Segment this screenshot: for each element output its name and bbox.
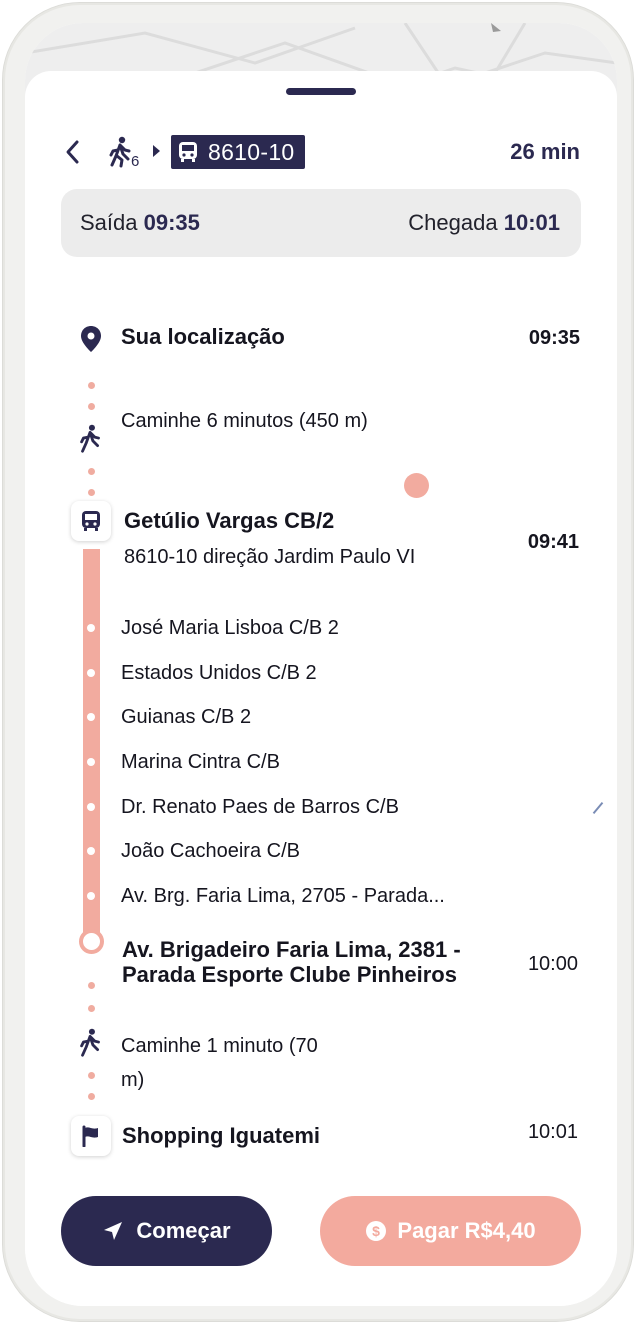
arrival-time: 10:01 <box>503 210 560 235</box>
pay-button[interactable]: $ Pagar R$4,40 <box>320 1196 581 1266</box>
walk-dot <box>88 489 95 496</box>
alight-stop-line2: Parada Esporte Clube Pinheiros <box>122 962 457 987</box>
walk-dot <box>88 403 95 410</box>
navigation-arrow-icon <box>104 1222 123 1240</box>
destination-marker <box>71 1116 111 1156</box>
walk-dot <box>88 1005 95 1012</box>
start-button-label: Começar <box>136 1218 231 1243</box>
walk-dot <box>88 382 95 389</box>
origin-label: Sua localização <box>121 324 285 349</box>
svg-text:$: $ <box>372 1223 380 1239</box>
walk-icon <box>80 424 100 453</box>
arrival: Chegada 10:01 <box>408 210 560 236</box>
floating-marker <box>404 473 429 498</box>
location-pin-icon <box>81 326 101 352</box>
stop-item: Marina Cintra C/B <box>121 751 280 773</box>
alight-stop-marker <box>79 929 104 954</box>
stop-dot <box>87 758 95 766</box>
trip-duration: 26 min <box>510 139 580 164</box>
stop-dot <box>87 713 95 721</box>
bus-icon <box>179 142 197 162</box>
screen: 6 8610-10 26 min Saída 09:35 Chegada 10:… <box>25 23 617 1306</box>
alight-time: 10:00 <box>527 953 578 975</box>
board-line-direction: 8610-10 direção Jardim Paulo VI <box>124 546 416 568</box>
stop-dot <box>87 669 95 677</box>
arrival-label: Chegada <box>408 210 498 235</box>
times-card: Saída 09:35 Chegada 10:01 <box>61 189 581 257</box>
departure-label: Saída <box>80 210 138 235</box>
board-stop-name: Getúlio Vargas CB/2 <box>124 508 335 533</box>
origin-time: 09:35 <box>528 327 580 349</box>
caret-right-icon <box>153 145 160 157</box>
start-button[interactable]: Começar <box>61 1196 272 1266</box>
walk-dot <box>88 982 95 989</box>
ride-line <box>83 549 100 939</box>
bus-stop-marker <box>71 501 111 541</box>
destination-label: Shopping Iguatemi <box>122 1123 320 1148</box>
route-number: 8610-10 <box>208 138 295 165</box>
stop-dot <box>87 892 95 900</box>
stop-item: Av. Brg. Faria Lima, 2705 - Parada... <box>121 885 445 907</box>
departure: Saída 09:35 <box>80 210 200 236</box>
destination-time: 10:01 <box>527 1121 578 1143</box>
walk-dot <box>88 1072 95 1079</box>
stop-item: José Maria Lisboa C/B 2 <box>121 617 339 639</box>
dollar-coin-icon: $ <box>366 1221 387 1241</box>
phone-frame: 6 8610-10 26 min Saída 09:35 Chegada 10:… <box>2 2 634 1322</box>
walk-dot <box>88 468 95 475</box>
stop-item: Dr. Renato Paes de Barros C/B <box>121 796 399 818</box>
walk2-text-line2: m) <box>121 1069 145 1091</box>
itinerary-sheet: 6 8610-10 26 min Saída 09:35 Chegada 10:… <box>25 71 617 1306</box>
stop-dot <box>87 803 95 811</box>
walk-minutes: 6 <box>131 153 140 170</box>
walk2-text-line1: Caminhe 1 minuto (70 <box>121 1035 318 1057</box>
stop-item: Guianas C/B 2 <box>121 706 252 728</box>
back-chevron-icon[interactable] <box>61 135 85 169</box>
board-time: 09:41 <box>527 531 579 553</box>
walk-dot <box>88 1093 95 1100</box>
pay-button-label: Pagar R$4,40 <box>397 1218 536 1243</box>
stop-dot <box>87 624 95 632</box>
flag-icon <box>82 1125 98 1147</box>
alight-stop-line1: Av. Brigadeiro Faria Lima, 2381 - <box>122 937 461 962</box>
stop-dot <box>87 847 95 855</box>
stop-item: João Cachoeira C/B <box>121 840 300 862</box>
departure-time: 09:35 <box>143 210 200 235</box>
bus-icon <box>82 511 100 531</box>
sheet-drag-handle[interactable] <box>286 88 356 95</box>
walk-icon <box>80 1028 100 1057</box>
walk1-text: Caminhe 6 minutos (450 m) <box>121 410 368 432</box>
route-badge[interactable]: 8610-10 <box>171 135 305 169</box>
stop-item: Estados Unidos C/B 2 <box>121 662 317 684</box>
